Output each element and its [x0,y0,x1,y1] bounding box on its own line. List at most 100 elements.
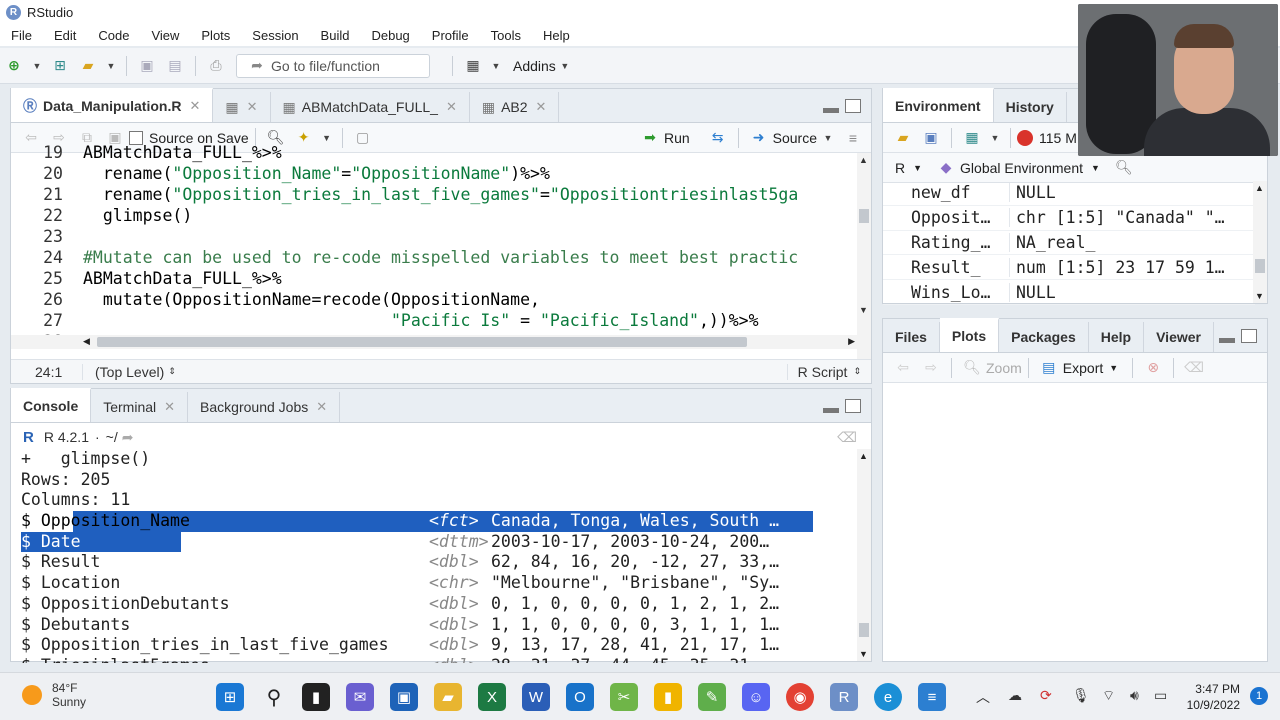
environment-row[interactable]: Result_ num [1:5] 23 17 59 1… [883,255,1255,281]
task-view-icon[interactable]: ▮ [302,683,330,711]
code-line[interactable]: 19 ABMatchData_FULL_%>% [11,142,859,163]
previous-plot-icon[interactable]: ⇦ [893,358,913,378]
menu-session[interactable]: Session [241,28,309,43]
maximize-pane-icon[interactable] [1241,329,1257,343]
console-vertical-scrollbar[interactable]: ▲ ▼ [857,449,871,661]
minimize-pane-icon[interactable] [1219,338,1235,343]
import-dropdown-icon[interactable]: ▼ [990,128,1000,148]
tab-abmatchdata[interactable]: ▦ ABMatchData_FULL_ ✕ [271,92,470,122]
filetype-updown-icon[interactable]: ⇕ [853,366,861,377]
language-selector[interactable]: R [895,160,905,176]
excel-icon[interactable]: X [478,683,506,711]
export-button[interactable]: Export [1063,360,1103,376]
open-file-icon[interactable]: ▰ [78,56,98,76]
maximize-pane-icon[interactable] [845,399,861,413]
menu-code[interactable]: Code [87,28,140,43]
chrome-icon[interactable]: ◉ [786,683,814,711]
environment-row[interactable]: Wins_Lo… NULL [883,280,1255,305]
menu-debug[interactable]: Debug [360,28,420,43]
environment-row[interactable]: Opposit… chr [1:5] "Canada" "… [883,206,1255,231]
tab-ab2[interactable]: ▦ AB2 ✕ [470,92,560,122]
tab-packages[interactable]: Packages [999,322,1089,352]
memory-usage[interactable]: 115 M [1039,130,1077,146]
menu-plots[interactable]: Plots [190,28,241,43]
menu-build[interactable]: Build [310,28,361,43]
discord-icon[interactable]: ☺ [742,683,770,711]
close-tab-icon[interactable]: ✕ [316,399,327,415]
goto-file-function-input[interactable]: ➦ Go to file/function [236,53,430,78]
outlook-icon[interactable]: O [566,683,594,711]
environment-row[interactable]: new_df NULL [883,181,1255,206]
edge-icon[interactable]: e [874,683,902,711]
file-explorer-icon[interactable]: ▰ [434,683,462,711]
save-icon[interactable]: ▣ [137,56,157,76]
print-icon[interactable]: ⎙ [206,56,226,76]
working-directory[interactable]: ~/ [106,429,118,445]
tab-environment[interactable]: Environment [883,88,994,122]
memory-usage-icon[interactable] [1017,129,1033,146]
addins-dropdown-icon[interactable]: ▼ [560,56,570,76]
scope-selector-env[interactable]: Global Environment [960,160,1083,176]
wifi-icon[interactable]: ⌔ [1102,687,1115,705]
go-to-directory-icon[interactable]: ➦ [122,429,134,446]
clear-console-icon[interactable]: ⌫ [837,429,857,446]
new-file-dropdown-icon[interactable]: ▼ [32,56,42,76]
close-tab-icon[interactable]: ✕ [536,99,547,115]
weather-widget[interactable]: 84°F Sunny [22,681,86,709]
close-tab-icon[interactable]: ✕ [247,99,258,115]
next-plot-icon[interactable]: ⇨ [921,358,941,378]
tab-help[interactable]: Help [1089,322,1145,352]
battery-icon[interactable]: ▭ [1154,687,1167,704]
chat-icon[interactable]: ✉ [346,683,374,711]
tab-console[interactable]: Console [11,388,92,422]
maximize-pane-icon[interactable] [845,99,861,113]
code-line[interactable]: 27 "Pacific Is" = "Pacific_Island",))%>% [11,310,859,331]
scope-selector[interactable]: (Top Level) [83,364,164,380]
code-line[interactable]: 26 mutate(OppositionName=recode(Oppositi… [11,289,859,310]
search-icon[interactable]: 🔍︎ [1114,158,1134,178]
menu-help[interactable]: Help [532,28,581,43]
code-line[interactable]: 24 #Mutate can be used to re-code misspel… [11,247,859,268]
open-recent-dropdown-icon[interactable]: ▼ [106,56,116,76]
word-icon[interactable]: W [522,683,550,711]
clear-plots-icon[interactable]: ⌫ [1184,358,1204,378]
rstudio-taskbar-icon[interactable]: R [830,683,858,711]
power-bi-icon[interactable]: ▮ [654,683,682,711]
remove-plot-icon[interactable]: ⊗ [1143,358,1163,378]
minimize-pane-icon[interactable] [823,408,839,413]
filetype-selector[interactable]: R Script [786,363,854,380]
editor-vertical-scrollbar[interactable]: ▲ ▼ [857,153,871,361]
import-dataset-icon[interactable]: ▦ [962,128,982,148]
tab-viewer[interactable]: Viewer [1144,322,1214,352]
menu-tools[interactable]: Tools [480,28,532,43]
scope-dropdown-icon[interactable]: ▼ [1091,163,1100,173]
zoom-button[interactable]: Zoom [986,360,1022,376]
save-all-icon[interactable]: ▤ [165,56,185,76]
code-line[interactable]: 22 glimpse() [11,205,859,226]
start-icon[interactable]: ⊞ [216,683,244,711]
menu-edit[interactable]: Edit [43,28,87,43]
tab-background-jobs[interactable]: Background Jobs ✕ [188,392,341,422]
notification-badge[interactable]: 1 [1250,687,1268,705]
store-icon[interactable]: ▣ [390,683,418,711]
menu-view[interactable]: View [140,28,190,43]
menu-profile[interactable]: Profile [421,28,480,43]
code-line[interactable]: 23 [11,226,859,247]
onedrive-icon[interactable]: ☁ [1008,687,1022,704]
menu-file[interactable]: File [0,28,43,43]
workspace-panes-icon[interactable]: ▦ [463,56,483,76]
code-editor[interactable]: 19 ABMatchData_FULL_%>% 20 rename("Opposit… [11,142,859,350]
scope-updown-icon[interactable]: ⇕ [168,366,176,377]
notepad-icon[interactable]: ≡ [918,683,946,711]
microphone-icon[interactable]: 🎙︎ [1072,687,1090,704]
volume-icon[interactable]: 🔊︎ [1130,687,1139,704]
tab-plots[interactable]: Plots [939,318,1000,352]
minimize-pane-icon[interactable] [823,108,839,113]
close-tab-icon[interactable]: ✕ [164,399,175,415]
tab-data-view[interactable]: ▦ ✕ [213,92,271,122]
language-dropdown-icon[interactable]: ▼ [913,163,922,173]
snipping-tool-icon[interactable]: ✂ [610,683,638,711]
close-tab-icon[interactable]: ✕ [446,99,457,115]
security-icon[interactable]: ⟳ [1040,687,1052,704]
console-output[interactable]: + glimpse() Rows: 205 Columns: 11 $ Opposit… [11,449,857,663]
